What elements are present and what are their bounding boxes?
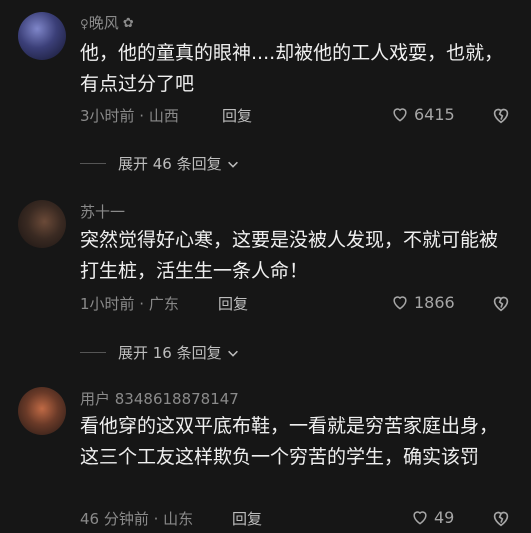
avatar[interactable]	[18, 387, 66, 435]
username[interactable]: ♀晚风 ✿	[80, 12, 134, 33]
expand-replies-button[interactable]: 展开 16 条回复	[80, 342, 240, 363]
comment-meta: 46 分钟前 · 山东	[80, 510, 194, 528]
comment-text: 看他穿的这双平底布鞋，一看就是穷苦家庭出身，这三个工友这样欺负一个穷苦的学生，确…	[80, 415, 499, 468]
like-count: 1866	[414, 292, 455, 312]
heart-outline-icon	[393, 108, 407, 122]
reply-button[interactable]: 回复	[222, 105, 252, 126]
heart-outline-icon	[413, 511, 427, 525]
comment-text: 突然觉得好心寒，这要是没被人发现，不就可能被打生桩，活生生一条人命！	[80, 229, 499, 282]
like-button[interactable]: 49	[410, 507, 454, 527]
gender-icon: ♀	[80, 17, 89, 31]
username[interactable]: 苏十一	[80, 201, 125, 222]
chevron-down-icon	[227, 350, 238, 357]
broken-heart-icon[interactable]	[490, 292, 512, 314]
like-button[interactable]: 1866	[390, 292, 455, 312]
expand-replies-label: 展开 16 条回复	[118, 344, 222, 362]
reply-button[interactable]: 回复	[218, 293, 248, 314]
heart-outline-icon	[393, 296, 407, 310]
comment-meta: 3小时前 · 山西	[80, 107, 179, 125]
comment-meta: 1小时前 · 广东	[80, 295, 179, 313]
expand-replies-label: 展开 46 条回复	[118, 155, 222, 173]
broken-heart-icon[interactable]	[490, 507, 512, 529]
reply-button[interactable]: 回复	[232, 508, 262, 529]
avatar[interactable]	[18, 12, 66, 60]
like-button[interactable]: 6415	[390, 104, 455, 124]
like-count: 6415	[414, 104, 455, 124]
divider-line	[80, 163, 106, 164]
expand-replies-button[interactable]: 展开 46 条回复	[80, 153, 240, 174]
avatar[interactable]	[18, 200, 66, 248]
like-count: 49	[434, 507, 455, 527]
chevron-down-icon	[227, 161, 238, 168]
divider-line	[80, 352, 106, 353]
username[interactable]: 用户 8348618878147	[80, 388, 239, 409]
comment-text: 他，他的童真的眼神....却被他的工人戏耍，也就，有点过分了吧	[80, 42, 504, 95]
broken-heart-icon[interactable]	[490, 104, 512, 126]
badge-icon: ✿	[122, 16, 134, 31]
